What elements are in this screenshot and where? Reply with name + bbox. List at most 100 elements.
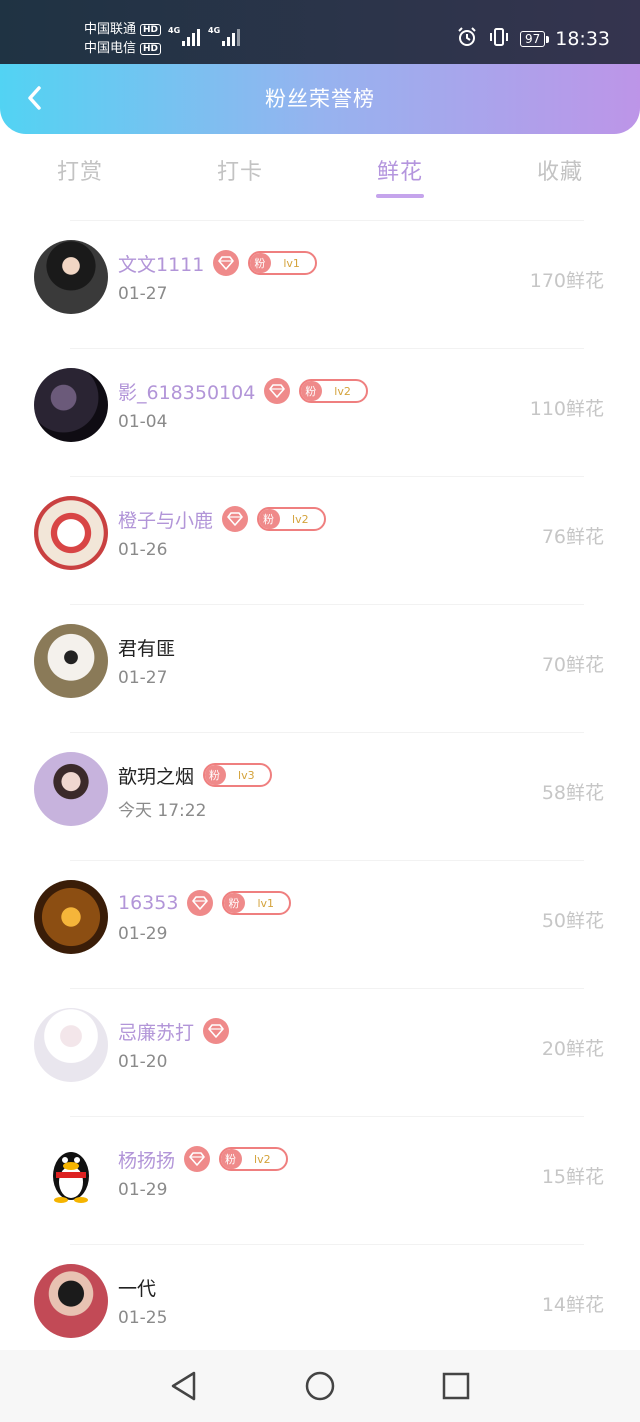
- flower-count: 20鲜花: [541, 1038, 604, 1060]
- avatar[interactable]: [34, 1136, 108, 1210]
- alarm-icon: [456, 26, 478, 52]
- tab-bar: 打赏 打卡 鲜花 收藏: [0, 140, 640, 210]
- fan-name[interactable]: 忌廉苏打: [118, 1018, 194, 1045]
- name-line: 忌廉苏打: [118, 1017, 230, 1045]
- flower-count: 110鲜花: [529, 398, 604, 420]
- fan-level-value: lv2: [292, 512, 309, 526]
- fan-date: 01-04: [118, 412, 168, 432]
- tab-favorites[interactable]: 收藏: [480, 140, 640, 210]
- fan-level-prefix: 粉: [301, 381, 323, 401]
- nav-recents-button[interactable]: [436, 1366, 476, 1406]
- fan-date: 今天 17:22: [118, 801, 207, 821]
- diamond-icon: [264, 378, 291, 404]
- avatar[interactable]: [34, 240, 108, 314]
- flower-count: 14鲜花: [541, 1294, 604, 1316]
- avatar[interactable]: [34, 368, 108, 442]
- fan-level-badge: 粉 lv1: [222, 891, 292, 915]
- system-nav-bar: [0, 1350, 640, 1422]
- flower-count: 15鲜花: [541, 1166, 604, 1188]
- fan-level-prefix: 粉: [250, 253, 272, 273]
- name-line: 君有匪: [118, 633, 175, 661]
- flower-count: 58鲜花: [541, 782, 604, 804]
- list-item[interactable]: 影_618350104 粉 lv2 01-04 110鲜花: [34, 348, 604, 476]
- fan-level-prefix: 粉: [221, 1149, 243, 1169]
- carrier-2-label: 中国电信: [84, 41, 137, 56]
- fan-level-prefix: 粉: [259, 509, 281, 529]
- list-item[interactable]: 歆玥之烟粉 lv3 今天 17:22 58鲜花: [34, 732, 604, 860]
- diamond-icon: [187, 890, 214, 916]
- fan-level-value: lv1: [283, 256, 300, 270]
- fan-date: 01-27: [118, 668, 168, 688]
- tab-checkin[interactable]: 打卡: [160, 140, 320, 210]
- name-line: 杨扬扬 粉 lv2: [118, 1145, 288, 1173]
- list-item[interactable]: 忌廉苏打 01-20 20鲜花: [34, 988, 604, 1116]
- fan-level-badge: 粉 lv2: [257, 507, 326, 531]
- status-right: 97 18:33: [456, 26, 610, 52]
- flower-count: 76鲜花: [541, 526, 604, 548]
- list-item[interactable]: 橙子与小鹿 粉 lv2 01-26 76鲜花: [34, 476, 604, 604]
- avatar[interactable]: [34, 496, 108, 570]
- signal-icon: 4G: [208, 26, 240, 46]
- fan-date: 01-25: [118, 1308, 168, 1328]
- fan-level-prefix: 粉: [224, 893, 246, 913]
- battery-indicator: 97: [519, 31, 550, 47]
- vibrate-icon: [488, 26, 510, 52]
- fan-ranking-list: 文文1111 粉 lv1 01-27 170鲜花 影_618350104 粉 lv2 01-04…: [0, 220, 640, 1372]
- flower-count: 170鲜花: [529, 270, 604, 292]
- nav-home-button[interactable]: [300, 1366, 340, 1406]
- fan-level-badge: 粉 lv2: [219, 1147, 288, 1171]
- fan-name[interactable]: 一代: [118, 1274, 156, 1301]
- hd-badge: HD: [140, 23, 162, 36]
- fan-date: 01-27: [118, 284, 168, 304]
- avatar[interactable]: [34, 1264, 108, 1338]
- signal-indicators: 4G 4G: [168, 26, 240, 46]
- qq-penguin-icon: [53, 1152, 89, 1203]
- fan-name[interactable]: 橙子与小鹿: [118, 506, 213, 533]
- tab-flowers[interactable]: 鲜花: [320, 140, 480, 210]
- diamond-icon: [184, 1146, 211, 1172]
- tab-reward[interactable]: 打赏: [0, 140, 160, 210]
- triangle-back-icon: [171, 1371, 196, 1401]
- list-item[interactable]: 16353 粉 lv1 01-29 50鲜花: [34, 860, 604, 988]
- name-line: 16353 粉 lv1: [118, 889, 292, 917]
- list-item[interactable]: 杨扬扬 粉 lv2 01-29 15鲜花: [34, 1116, 604, 1244]
- avatar[interactable]: [34, 752, 108, 826]
- fan-level-badge: 粉 lv3: [203, 763, 272, 787]
- flower-count: 50鲜花: [541, 910, 604, 932]
- name-line: 橙子与小鹿 粉 lv2: [118, 505, 326, 533]
- clock: 18:33: [555, 28, 610, 50]
- status-bar: 中国联通 HD 中国电信 HD 4G 4G 97 18:33: [0, 0, 640, 64]
- carrier-1-label: 中国联通: [84, 22, 137, 37]
- name-line: 文文1111 粉 lv1: [118, 249, 317, 277]
- diamond-icon: [222, 506, 249, 532]
- list-item[interactable]: 文文1111 粉 lv1 01-27 170鲜花: [34, 220, 604, 348]
- fan-level-value: lv2: [334, 384, 351, 398]
- fan-name[interactable]: 16353: [118, 892, 178, 914]
- fan-name[interactable]: 杨扬扬: [118, 1146, 175, 1173]
- fan-name[interactable]: 影_618350104: [118, 378, 255, 405]
- page-title: 粉丝荣誉榜: [265, 87, 375, 111]
- avatar[interactable]: [34, 624, 108, 698]
- avatar[interactable]: [34, 1008, 108, 1082]
- signal-icon: 4G: [168, 26, 200, 46]
- hd-badge: HD: [140, 42, 162, 55]
- list-item[interactable]: 君有匪 01-27 70鲜花: [34, 604, 604, 732]
- diamond-icon: [203, 1018, 230, 1044]
- name-line: 影_618350104 粉 lv2: [118, 377, 368, 405]
- circle-home-icon: [305, 1371, 335, 1401]
- fan-date: 01-29: [118, 924, 168, 944]
- nav-back-button[interactable]: [164, 1366, 204, 1406]
- fan-date: 01-20: [118, 1052, 168, 1072]
- fan-name[interactable]: 文文1111: [118, 250, 204, 277]
- fan-level-prefix: 粉: [205, 765, 227, 785]
- name-line: 歆玥之烟粉 lv3: [118, 761, 272, 789]
- fan-name[interactable]: 歆玥之烟: [118, 762, 194, 789]
- fan-name[interactable]: 君有匪: [118, 634, 175, 661]
- fan-level-badge: 粉 lv1: [248, 251, 317, 275]
- avatar[interactable]: [34, 880, 108, 954]
- name-line: 一代: [118, 1273, 156, 1301]
- fan-level-value: lv3: [238, 768, 255, 782]
- fan-date: 01-26: [118, 540, 168, 560]
- fan-level-badge: 粉 lv2: [299, 379, 368, 403]
- diamond-icon: [213, 250, 240, 276]
